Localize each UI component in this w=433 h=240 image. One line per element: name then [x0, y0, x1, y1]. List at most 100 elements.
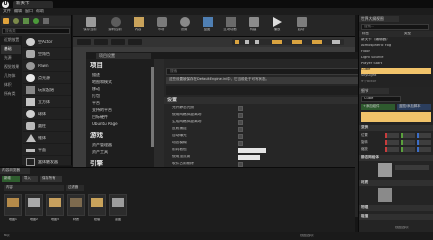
static-mesh-section[interactable]: 静态网格体 [359, 155, 433, 161]
search-classes-input[interactable]: 搜索类 [2, 28, 70, 34]
collision-section[interactable]: 碰撞 [359, 214, 433, 220]
save-all-button[interactable]: 保存所有 [40, 176, 62, 182]
asset-tile[interactable] [109, 194, 127, 216]
category-all-classes[interactable]: 所有类 [1, 90, 21, 99]
content-view-options[interactable]: 视图选项 [300, 234, 314, 237]
setting-value-field[interactable] [238, 148, 266, 153]
snap-grid-toggle[interactable] [272, 40, 282, 44]
camera-speed-icon[interactable] [332, 40, 340, 44]
z-field[interactable] [417, 133, 431, 138]
nav-item[interactable]: 平台 [92, 101, 100, 105]
blueprints-button[interactable]: 蓝图 [197, 16, 217, 34]
content-browser-tab[interactable]: 内容浏览器 [0, 168, 30, 174]
details-view-options[interactable]: 视图选项 [395, 226, 409, 229]
column-label[interactable]: 标签 [362, 32, 369, 36]
asset-tile[interactable] [25, 194, 43, 216]
mesh-selector[interactable] [395, 165, 429, 170]
add-new-button[interactable]: 新增 [2, 176, 20, 182]
outliner-tab[interactable]: 世界大纲视图 [359, 16, 399, 22]
category-recent[interactable]: 近期放置 [1, 36, 21, 45]
y-field[interactable] [401, 140, 415, 145]
place-item[interactable]: 点光源 [23, 72, 71, 84]
menu-help[interactable]: 帮助 [36, 9, 44, 13]
scale-icon[interactable] [255, 40, 259, 44]
content-path-breadcrumb[interactable]: 内容 [4, 185, 64, 191]
column-type[interactable]: 类型 [404, 32, 411, 36]
asset-tile[interactable] [88, 194, 106, 216]
place-item[interactable]: 空角色 [23, 48, 71, 60]
blueprint-script-button[interactable]: 蓝图/添加脚本 [397, 104, 431, 110]
level-tab[interactable]: 新关卡 [13, 1, 53, 8]
place-item[interactable]: 平面 [23, 144, 71, 156]
move-icon[interactable] [235, 40, 239, 44]
physics-section[interactable]: 物理 [359, 205, 433, 211]
setting-checkbox[interactable] [238, 141, 243, 146]
nav-item[interactable]: 资产管理器 [92, 143, 112, 147]
place-item[interactable]: 玩家起始 [23, 84, 71, 96]
place-item[interactable]: 立方体 [23, 96, 71, 108]
outliner-search-input[interactable]: 搜索... [361, 24, 429, 30]
save-current-button[interactable]: 保存当前 [80, 16, 100, 34]
setting-value-field[interactable] [238, 155, 260, 160]
place-item[interactable]: 球体 [23, 108, 71, 120]
settings-search-input[interactable]: 搜索 [166, 68, 366, 75]
x-field[interactable] [385, 133, 399, 138]
transform-section[interactable]: 变换 [359, 125, 433, 131]
nav-item[interactable]: 地图和模式 [92, 80, 112, 84]
foliage-mode-icon[interactable] [33, 18, 39, 24]
asset-tile[interactable] [46, 194, 64, 216]
nav-item[interactable]: 描述 [92, 73, 100, 77]
y-field[interactable] [401, 133, 415, 138]
details-tab[interactable]: 细节 [359, 88, 389, 94]
menu-window[interactable]: 窗口 [25, 9, 33, 13]
place-item[interactable]: 锥体 [23, 132, 71, 144]
snap-rotation-toggle[interactable] [292, 40, 302, 44]
place-item[interactable]: Pawn [23, 60, 71, 72]
nav-item[interactable]: Ubuntu Page [92, 122, 118, 126]
setting-checkbox[interactable] [238, 127, 243, 132]
materials-section[interactable]: 材质 [359, 180, 433, 186]
import-button[interactable]: 导入 [22, 176, 38, 182]
lit-button[interactable] [111, 39, 125, 45]
cinematics-button[interactable]: 过场动画 [220, 16, 240, 34]
setting-checkbox[interactable] [238, 134, 243, 139]
nav-item[interactable]: 打包 [92, 94, 100, 98]
settings-button[interactable]: 设置 [174, 16, 194, 34]
paint-mode-icon[interactable] [13, 18, 19, 24]
category-basic[interactable]: 基础 [1, 45, 21, 54]
rotate-icon[interactable] [245, 40, 249, 44]
marketplace-button[interactable]: 市场 [151, 16, 171, 34]
snap-scale-toggle[interactable] [312, 40, 322, 44]
nav-item[interactable]: 支持的平台 [92, 108, 112, 112]
transform-tools[interactable] [232, 39, 344, 45]
z-field[interactable] [417, 140, 431, 145]
add-component-button[interactable]: +添加组件 [361, 104, 395, 110]
asset-tile[interactable] [4, 194, 22, 216]
actor-name-field[interactable]: Cube [361, 96, 401, 102]
x-field[interactable] [385, 147, 399, 152]
landscape-mode-icon[interactable] [23, 18, 29, 24]
viewport-options-button[interactable] [77, 39, 91, 45]
z-field[interactable] [417, 147, 431, 152]
show-button[interactable] [128, 39, 142, 45]
category-geometry[interactable]: 几何体 [1, 72, 21, 81]
nav-item[interactable]: 移动 [92, 87, 100, 91]
menu-edit[interactable]: 编辑 [14, 9, 22, 13]
setting-checkbox[interactable] [238, 113, 243, 118]
menu-file[interactable]: 文件 [3, 9, 11, 13]
component-tree-selected[interactable] [361, 112, 431, 122]
y-field[interactable] [401, 147, 415, 152]
play-button[interactable]: 播放 [267, 16, 287, 34]
place-item[interactable]: 空Actor [23, 36, 71, 48]
place-item[interactable]: 圆柱 [23, 120, 71, 132]
x-field[interactable] [385, 140, 399, 145]
setting-checkbox[interactable] [238, 120, 243, 125]
nav-scrollbar[interactable] [151, 67, 154, 147]
content-button[interactable]: 内容 [128, 16, 148, 34]
nav-item[interactable]: 目标硬件 [92, 115, 108, 119]
place-item[interactable]: 盒体触发器 [23, 156, 71, 166]
geometry-mode-icon[interactable] [43, 18, 49, 24]
build-button[interactable]: 构建 [243, 16, 263, 34]
perspective-button[interactable] [94, 39, 108, 45]
source-control-button[interactable]: 源码控制 [105, 16, 125, 34]
